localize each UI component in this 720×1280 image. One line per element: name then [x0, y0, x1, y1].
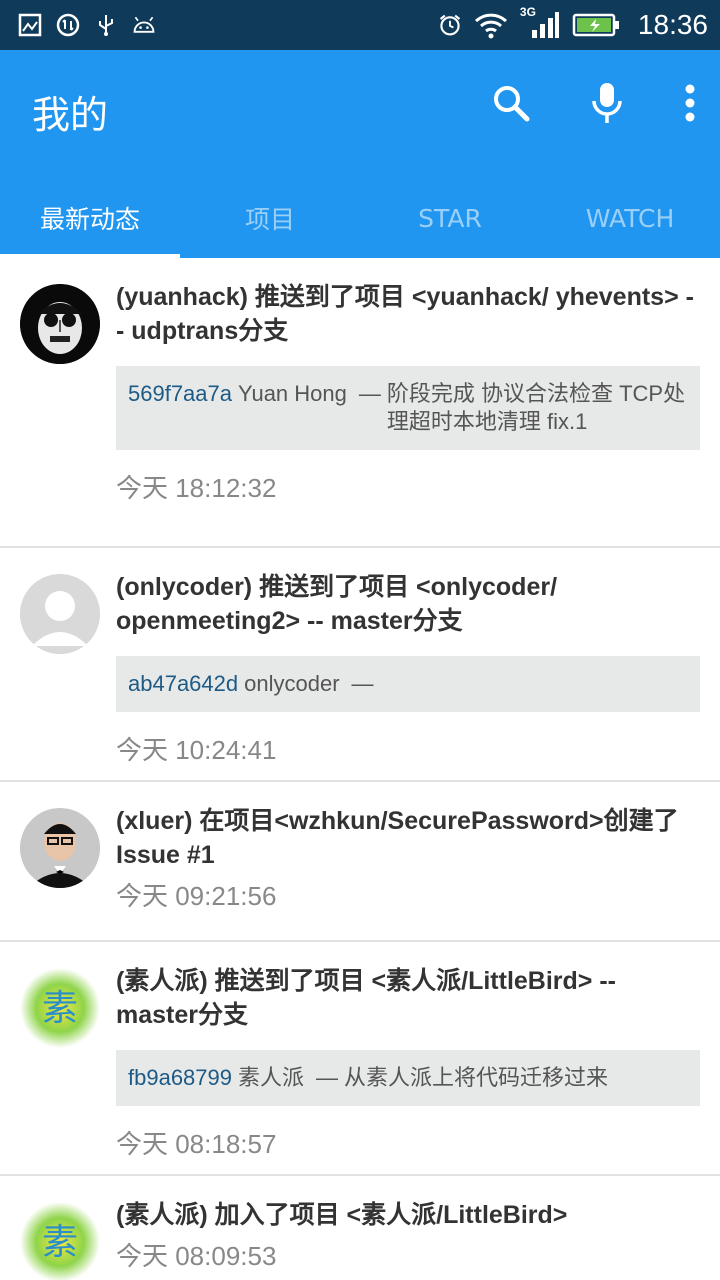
feed-item[interactable]: 素 (素人派) 加入了项目 <素人派/LittleBird> 今天 08:09:…	[0, 1176, 720, 1280]
commit-separator: —	[358, 381, 381, 406]
tab-latest-activity[interactable]: 最新动态	[0, 178, 180, 258]
event-time: 今天 09:21:56	[116, 881, 277, 911]
avatar[interactable]	[20, 284, 100, 364]
commit-author: Yuan Hong	[238, 381, 347, 406]
tab-watch[interactable]: WATCH	[540, 178, 720, 258]
avatar[interactable]	[20, 808, 100, 888]
clock: 18:36	[637, 9, 708, 40]
avatar[interactable]: 素	[20, 968, 100, 1048]
status-bar: 3G 18:36	[0, 0, 720, 50]
svg-text:素: 素	[42, 988, 78, 1029]
sync-icon	[56, 13, 80, 37]
page-title: 我的	[32, 93, 109, 137]
more-vert-icon[interactable]	[680, 80, 700, 126]
wifi-icon	[474, 13, 508, 39]
event-title[interactable]: (yuanhack) 推送到了项目 <yuanhack/ yhevents> -…	[116, 280, 700, 348]
tab-bar: 最新动态 项目 STAR WATCH	[0, 178, 720, 258]
feed-item[interactable]: (xluer) 在项目<wzhkun/SecurePassword>创建了Iss…	[0, 782, 720, 942]
event-time: 今天 18:12:32	[116, 473, 277, 503]
commit-separator: —	[316, 1065, 339, 1090]
event-title[interactable]: (onlycoder) 推送到了项目 <onlycoder/ openmeeti…	[116, 570, 700, 638]
commit-sha[interactable]: ab47a642d	[128, 670, 238, 698]
commit-sha[interactable]: fb9a68799	[128, 1064, 232, 1092]
event-time: 今天 08:09:53	[116, 1241, 277, 1271]
alarm-icon	[438, 13, 462, 37]
usb-icon	[94, 13, 118, 37]
commit-box[interactable]: 569f7aa7a Yuan Hong — 阶段完成 协议合法检查 TCP处理超…	[116, 366, 700, 450]
event-time: 今天 08:18:57	[116, 1129, 277, 1159]
app-bar: 我的 最新动态 项目 STAR WATCH	[0, 50, 720, 258]
commit-author: 素人派	[238, 1065, 305, 1090]
commit-separator: —	[351, 671, 374, 696]
commit-sha[interactable]: 569f7aa7a	[128, 380, 232, 436]
event-title[interactable]: (素人派) 加入了项目 <素人派/LittleBird>	[116, 1198, 700, 1232]
commit-message: 从素人派上将代码迁移过来	[344, 1065, 609, 1090]
commit-message	[380, 670, 688, 698]
mic-icon[interactable]	[584, 80, 630, 126]
avatar[interactable]	[20, 574, 100, 654]
android-icon	[132, 13, 156, 37]
feed-item[interactable]: (yuanhack) 推送到了项目 <yuanhack/ yhevents> -…	[0, 258, 720, 548]
image-icon	[18, 13, 42, 37]
feed-item[interactable]: (onlycoder) 推送到了项目 <onlycoder/ openmeeti…	[0, 548, 720, 782]
network-type: 3G	[519, 5, 536, 19]
event-time: 今天 10:24:41	[116, 735, 277, 765]
svg-text:素: 素	[42, 1222, 78, 1263]
signal-icon: 3G	[520, 5, 560, 38]
activity-feed: (yuanhack) 推送到了项目 <yuanhack/ yhevents> -…	[0, 258, 720, 1280]
search-icon[interactable]	[488, 80, 534, 126]
commit-author: onlycoder	[244, 671, 340, 696]
commit-box[interactable]: fb9a68799 素人派 — 从素人派上将代码迁移过来	[116, 1050, 700, 1106]
commit-message: 阶段完成 协议合法检查 TCP处理超时本地清理 fix.1	[386, 381, 686, 434]
tab-projects[interactable]: 项目	[180, 178, 360, 258]
feed-item[interactable]: 素 (素人派) 推送到了项目 <素人派/LittleBird> -- maste…	[0, 942, 720, 1176]
event-title[interactable]: (素人派) 推送到了项目 <素人派/LittleBird> -- master分…	[116, 964, 700, 1032]
tab-star[interactable]: STAR	[360, 178, 540, 258]
event-title[interactable]: (xluer) 在项目<wzhkun/SecurePassword>创建了Iss…	[116, 804, 700, 872]
avatar[interactable]: 素	[20, 1202, 100, 1280]
commit-box[interactable]: ab47a642d onlycoder —	[116, 656, 700, 712]
battery-icon	[572, 13, 620, 37]
